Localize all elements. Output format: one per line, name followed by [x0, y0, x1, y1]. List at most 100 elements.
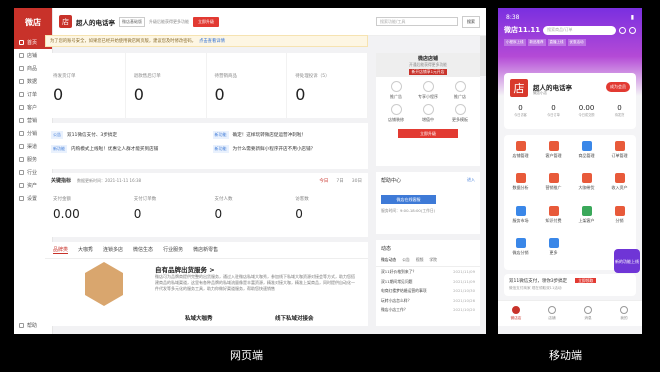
feed-tab[interactable]: 公告 [402, 257, 410, 263]
mobile-tool[interactable]: 客户管理 [537, 141, 570, 160]
tab-home[interactable]: 微店店 [498, 301, 534, 326]
nav-icon [19, 53, 24, 58]
mobile-member-button[interactable]: 成为会员 [606, 82, 630, 92]
mobile-search[interactable]: 搜索商品/订单 [543, 25, 616, 35]
add-icon[interactable] [619, 26, 626, 34]
mobile-stat: 0 待发货 [614, 104, 625, 117]
mobile-tool[interactable]: 上架客户 [570, 205, 603, 225]
tool-icon [548, 173, 559, 184]
brand-hex-icon [85, 262, 123, 306]
news-item[interactable]: 新功能 内购模式上线啦！优惠让人群才能买到店铺 [45, 142, 207, 156]
feed-panel: 动态 微店动态 公告 视频 学院 双11好价格到来了？ 2021/11/09 双1… [376, 240, 480, 326]
tab-industry[interactable]: 行业服务 [163, 246, 183, 254]
shop-tool[interactable]: 增值中 [412, 104, 444, 123]
notice-link[interactable]: 点击查看详情 [199, 38, 225, 44]
help-more-link[interactable]: 进入 [467, 177, 475, 184]
metric-item: 支付订单数 0 [133, 197, 157, 221]
search-input[interactable]: 搜索功能/工具 [376, 17, 458, 26]
range-30d[interactable]: 30日 [352, 178, 362, 184]
feed-tab[interactable]: 学院 [429, 257, 437, 263]
update-time: 数据更新时间：2021-11-11 16:38 [77, 177, 142, 183]
tab-chain[interactable]: 连锁多店 [103, 246, 123, 254]
tab-messages[interactable]: 消息 [570, 301, 606, 326]
tab-shop[interactable]: 店铺 [534, 301, 570, 326]
range-7d[interactable]: 7日 [336, 178, 343, 184]
tab-me[interactable]: 我的 [606, 301, 642, 326]
tab-wechat[interactable]: 微信生态 [133, 246, 153, 254]
feed-item[interactable]: 玩转小店怎么样？ 2021/10/26 [376, 296, 480, 306]
mobile-banner[interactable]: 双11微信支付，领你3步搞定 立即领取 微信支付商家 现在领取双11活动 [504, 274, 636, 296]
mobile-tool[interactable]: 商品管理 [570, 141, 603, 160]
tab-bigshot[interactable]: 大咖秀 [78, 246, 93, 254]
pill[interactable]: 优惠活动 [567, 39, 586, 46]
meetup-link[interactable]: 线下私域对接会 [275, 314, 314, 322]
feed-item[interactable]: 双11期间常见问题 2021/11/09 [376, 277, 480, 287]
mobile-tool[interactable]: 分销 [603, 205, 636, 225]
feed-item[interactable]: 双11好价格到来了？ 2021/11/09 [376, 267, 480, 277]
pill[interactable]: 新品推荐 [527, 39, 546, 46]
shop-tool[interactable]: 推广告 [380, 81, 412, 100]
mobile-stat: 0.00 今日成交额 [578, 104, 595, 117]
feed-tab[interactable]: 视频 [416, 257, 424, 263]
shop-tool[interactable]: 推广店 [444, 81, 476, 100]
mobile-stat: 0 今日订单 [547, 104, 560, 117]
customer-service-button[interactable]: 微店在线客服 [381, 195, 436, 204]
shop-tool[interactable]: 店铺装修 [380, 104, 412, 123]
feed-item[interactable]: 电商红楼梦结婚运营的事项 2021/10/30 [376, 286, 480, 296]
tool-icon [422, 104, 434, 115]
shop-upgrade-button[interactable]: 立即升级 [398, 129, 458, 138]
upgrade-hint: 升级后能获得更多功能 [149, 18, 189, 24]
tab-brand[interactable]: 品牌类 [53, 246, 69, 254]
nav-icon [19, 92, 24, 97]
metric-item: 支付人数 0 [214, 197, 233, 221]
product-title[interactable]: 自有品牌出货服务 > [155, 264, 215, 274]
nav-icon [19, 196, 24, 201]
stat-item[interactable]: 待营销商品 0 [207, 53, 288, 118]
feed-item[interactable]: 微店小店工作？ 2021/10/20 [376, 305, 480, 315]
news-item[interactable]: 新功能 确定！这样玩转微店促运营冲刺啦！ [207, 128, 369, 142]
app-logo[interactable]: 微店 [14, 8, 52, 36]
stat-item[interactable]: 待发货订单 0 [45, 53, 126, 118]
mobile-label: 移动端 [549, 349, 582, 362]
shop-tool[interactable]: 专享小程序 [412, 81, 444, 100]
search-button[interactable]: 搜索 [462, 15, 480, 28]
mobile-tool[interactable]: 收入资产 [603, 173, 636, 192]
feed-tab[interactable]: 微店动态 [381, 257, 396, 263]
nav-help[interactable]: 帮助 [14, 319, 37, 332]
pill[interactable]: 直播上线 [547, 39, 566, 46]
banner-button[interactable]: 立即领取 [575, 278, 597, 283]
tool-icon [614, 173, 625, 184]
settings-icon[interactable] [629, 26, 636, 34]
shop-icon [548, 306, 556, 314]
pill[interactable]: 小程序上线 [504, 39, 526, 46]
tool-icon [581, 205, 592, 216]
range-today[interactable]: 今日 [319, 178, 328, 184]
bigshot-link[interactable]: 私域大咖秀 [185, 314, 213, 322]
mobile-tool[interactable]: 服务市场 [504, 205, 537, 225]
stat-item[interactable]: 退款售后订单 0 [126, 53, 207, 118]
promo-float[interactable]: 新的功能上线 [614, 249, 640, 273]
battery-icon: ▮ [630, 14, 634, 21]
mobile-tool[interactable]: 更多 [537, 237, 570, 257]
mobile-tool[interactable]: 大咖带货 [570, 173, 603, 192]
stat-item[interactable]: 待处理投诉（5） 0 [287, 53, 368, 118]
nav-icon [19, 118, 24, 123]
mobile-tool[interactable]: 店铺管理 [504, 141, 537, 160]
news-item[interactable]: 公告 双11微信支付、3步搞定 [45, 128, 207, 142]
status-bar: 8:38 ▮ [506, 14, 634, 21]
upgrade-button[interactable]: 立即升级 [193, 16, 219, 27]
mobile-stat: 0 今日访客 [514, 104, 527, 117]
tab-retail[interactable]: 微店新零售 [193, 246, 218, 254]
mobile-shop-card: 店 超人的电话亭 微店小店 成为会员 0 今日访客 0 今日订单 0.00 今日成交额… [504, 73, 636, 129]
mobile-logo: 微店11.11 [504, 26, 541, 34]
mobile-tool[interactable]: 营销推广 [537, 173, 570, 192]
news-item[interactable]: 新功能 为什么需要新鲜小程序开店不用小店铺？ [207, 142, 369, 156]
mobile-tool[interactable]: 订单管理 [603, 141, 636, 160]
mobile-tool[interactable]: 数据分析 [504, 173, 537, 192]
nav-icon [19, 79, 24, 84]
side-toolbar[interactable] [480, 36, 486, 76]
nav-icon [19, 105, 24, 110]
mobile-tool[interactable]: 微店分销 [504, 237, 537, 257]
mobile-tool[interactable]: 知识付费 [537, 205, 570, 225]
shop-tool[interactable]: 更多模板 [444, 104, 476, 123]
